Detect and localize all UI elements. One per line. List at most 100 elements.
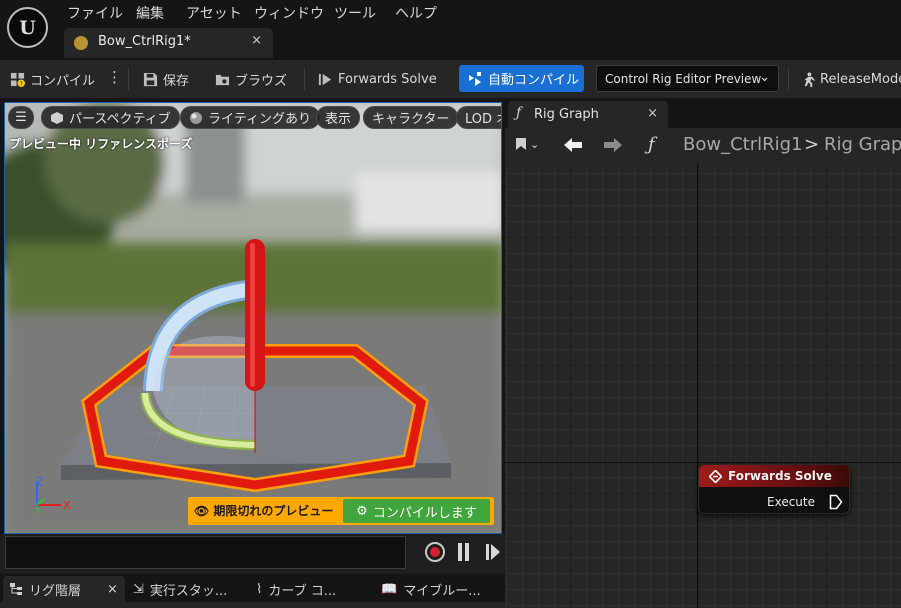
lod-button[interactable]: LOD オ xyxy=(456,106,501,129)
save-button[interactable]: 保存 xyxy=(143,68,189,90)
auto-compile-icon xyxy=(469,71,481,86)
forwards-solve-node[interactable]: Forwards Solve Execute xyxy=(698,464,850,514)
character-label: キャラクター xyxy=(372,112,450,127)
graph-origin-axis xyxy=(505,462,901,463)
tab-rig-graph[interactable]: ƒ Rig Graph × xyxy=(508,101,668,128)
tab-rig-graph-label: Rig Graph xyxy=(534,107,599,122)
axis-x-label: X xyxy=(63,499,71,512)
bookmark-button[interactable]: ⌄ xyxy=(515,137,539,151)
hierarchy-icon xyxy=(10,583,22,595)
compile-now-label: コンパイルします xyxy=(372,505,477,521)
browse-button[interactable]: ブラウズ xyxy=(215,68,287,90)
preview-viewport[interactable]: Z Y X ☰ パースペクティブ ライティングあり 表示 キャラクター LOD … xyxy=(4,102,502,534)
compile-label: コンパイル xyxy=(30,73,96,89)
compile-options-icon[interactable]: ⋮ xyxy=(107,68,122,86)
viewport-scene: Z Y X xyxy=(5,103,501,533)
tab-rig-hierarchy[interactable]: リグ階層 × xyxy=(3,576,125,602)
chevron-down-icon: ⌄ xyxy=(759,70,770,85)
show-button[interactable]: 表示 xyxy=(316,106,361,129)
axis-y-label: Y xyxy=(34,506,42,517)
close-tab-icon[interactable]: × xyxy=(647,106,658,121)
outdated-preview-text: 👁 期限切れのプレビュー xyxy=(194,504,334,518)
graph-navigation-bar: ⌄ ƒ Bow_CtrlRig1 > Rig Graph xyxy=(505,128,901,164)
close-tab-icon[interactable]: × xyxy=(107,582,118,597)
timeline-bar xyxy=(0,534,505,574)
auto-compile-toggle[interactable]: 自動コンパイル xyxy=(459,65,584,92)
bottom-panel-tabs: リグ階層 × ⇲ 実行スタッ... ⌇ カーブ コ... 📖 マイブルー... xyxy=(0,574,505,608)
gear-icon: ⚙ xyxy=(356,503,368,519)
book-icon: 📖 xyxy=(381,581,398,597)
play-event-icon xyxy=(318,73,332,85)
timeline-scrubber[interactable] xyxy=(5,536,406,569)
outdated-preview-banner: 👁 期限切れのプレビュー ⚙ コンパイルします xyxy=(188,497,494,525)
menu-help[interactable]: ヘルプ xyxy=(395,3,437,23)
close-tab-icon[interactable]: × xyxy=(251,33,262,48)
control-rig-asset-icon xyxy=(74,36,88,50)
graph-tab-bar: ƒ Rig Graph × xyxy=(505,98,901,128)
forward-arrow-icon[interactable] xyxy=(603,137,623,153)
compile-now-button[interactable]: ⚙ コンパイルします xyxy=(343,499,490,523)
running-man-icon xyxy=(804,71,815,87)
menu-window[interactable]: ウィンドウ xyxy=(254,3,324,23)
curve-icon: ⌇ xyxy=(256,581,263,597)
tab-my-blueprint[interactable]: 📖 マイブルー... xyxy=(381,576,491,602)
function-icon: ƒ xyxy=(516,105,522,121)
tab-execution-stack-label: 実行スタッ... xyxy=(149,583,228,599)
node-header: Forwards Solve xyxy=(699,465,849,487)
lighting-button[interactable]: ライティングあり xyxy=(180,106,320,129)
bottom-panel-content xyxy=(0,602,505,608)
execute-pin-label: Execute xyxy=(767,495,815,509)
document-tab[interactable]: Bow_CtrlRig1* × xyxy=(64,28,273,58)
browse-label: ブラウズ xyxy=(235,73,288,89)
menu-file[interactable]: ファイル xyxy=(67,3,123,23)
tab-my-blueprint-label: マイブルー... xyxy=(403,583,481,599)
chevron-down-icon: ⌄ xyxy=(530,137,540,151)
execute-pin-icon[interactable] xyxy=(829,494,843,510)
breadcrumb-asset[interactable]: Bow_CtrlRig1 xyxy=(683,134,803,155)
record-button[interactable] xyxy=(425,542,445,562)
hamburger-icon: ☰ xyxy=(15,110,27,125)
back-arrow-icon[interactable] xyxy=(563,137,583,153)
bookmark-icon xyxy=(516,138,526,150)
cube-icon xyxy=(51,111,63,124)
auto-compile-label: 自動コンパイル xyxy=(488,73,580,88)
divider xyxy=(788,68,789,90)
character-button[interactable]: キャラクター xyxy=(363,106,459,129)
forwards-solve-label: Forwards Solve xyxy=(338,71,437,87)
axis-z-label: Z xyxy=(36,475,44,488)
toolbar: ? コンパイル ⋮ 保存 ブラウズ Forwards Solve 自動コンパイル… xyxy=(0,60,901,98)
show-label: 表示 xyxy=(325,112,352,127)
tab-curve-container[interactable]: ⌇ カーブ コ... xyxy=(256,576,356,602)
breadcrumb-graph[interactable]: Rig Graph xyxy=(824,134,901,155)
node-title: Forwards Solve xyxy=(728,469,832,483)
viewport-menu-button[interactable]: ☰ xyxy=(8,106,34,129)
divider xyxy=(304,68,305,90)
svg-text:?: ? xyxy=(20,81,23,86)
divider xyxy=(128,68,129,90)
compile-button[interactable]: ? コンパイル xyxy=(10,68,95,90)
rig-graph-canvas[interactable]: Forwards Solve Execute xyxy=(505,164,901,608)
menu-edit[interactable]: 編集 xyxy=(136,3,164,23)
lighting-label: ライティングあり xyxy=(208,112,311,127)
compile-warning-icon: ? xyxy=(10,72,25,87)
event-icon xyxy=(709,469,722,483)
graph-origin-axis xyxy=(697,164,698,608)
tab-execution-stack[interactable]: ⇲ 実行スタッ... xyxy=(133,576,233,602)
preview-instance-dropdown[interactable]: Control Rig Editor Preview ⌄ xyxy=(596,65,779,92)
browse-icon xyxy=(215,74,230,85)
preview-instance-value: Control Rig Editor Preview xyxy=(605,71,762,86)
step-forward-button[interactable] xyxy=(485,543,501,561)
preview-mode-label: プレビュー中 リファレンスポーズ xyxy=(9,137,193,151)
tab-curve-container-label: カーブ コ... xyxy=(268,583,337,599)
breadcrumb-separator: > xyxy=(804,134,820,155)
pause-button[interactable] xyxy=(457,543,471,561)
lod-label: LOD オ xyxy=(465,112,501,127)
release-mode-button[interactable]: ReleaseMode xyxy=(800,68,901,90)
menu-asset[interactable]: アセット xyxy=(186,3,242,23)
document-tab-label: Bow_CtrlRig1* xyxy=(98,34,191,49)
menu-tools[interactable]: ツール xyxy=(334,3,376,23)
perspective-button[interactable]: パースペクティブ xyxy=(41,106,180,129)
forwards-solve-button[interactable]: Forwards Solve xyxy=(318,68,437,90)
perspective-label: パースペクティブ xyxy=(69,112,171,127)
unreal-logo-icon[interactable]: U xyxy=(7,7,48,48)
